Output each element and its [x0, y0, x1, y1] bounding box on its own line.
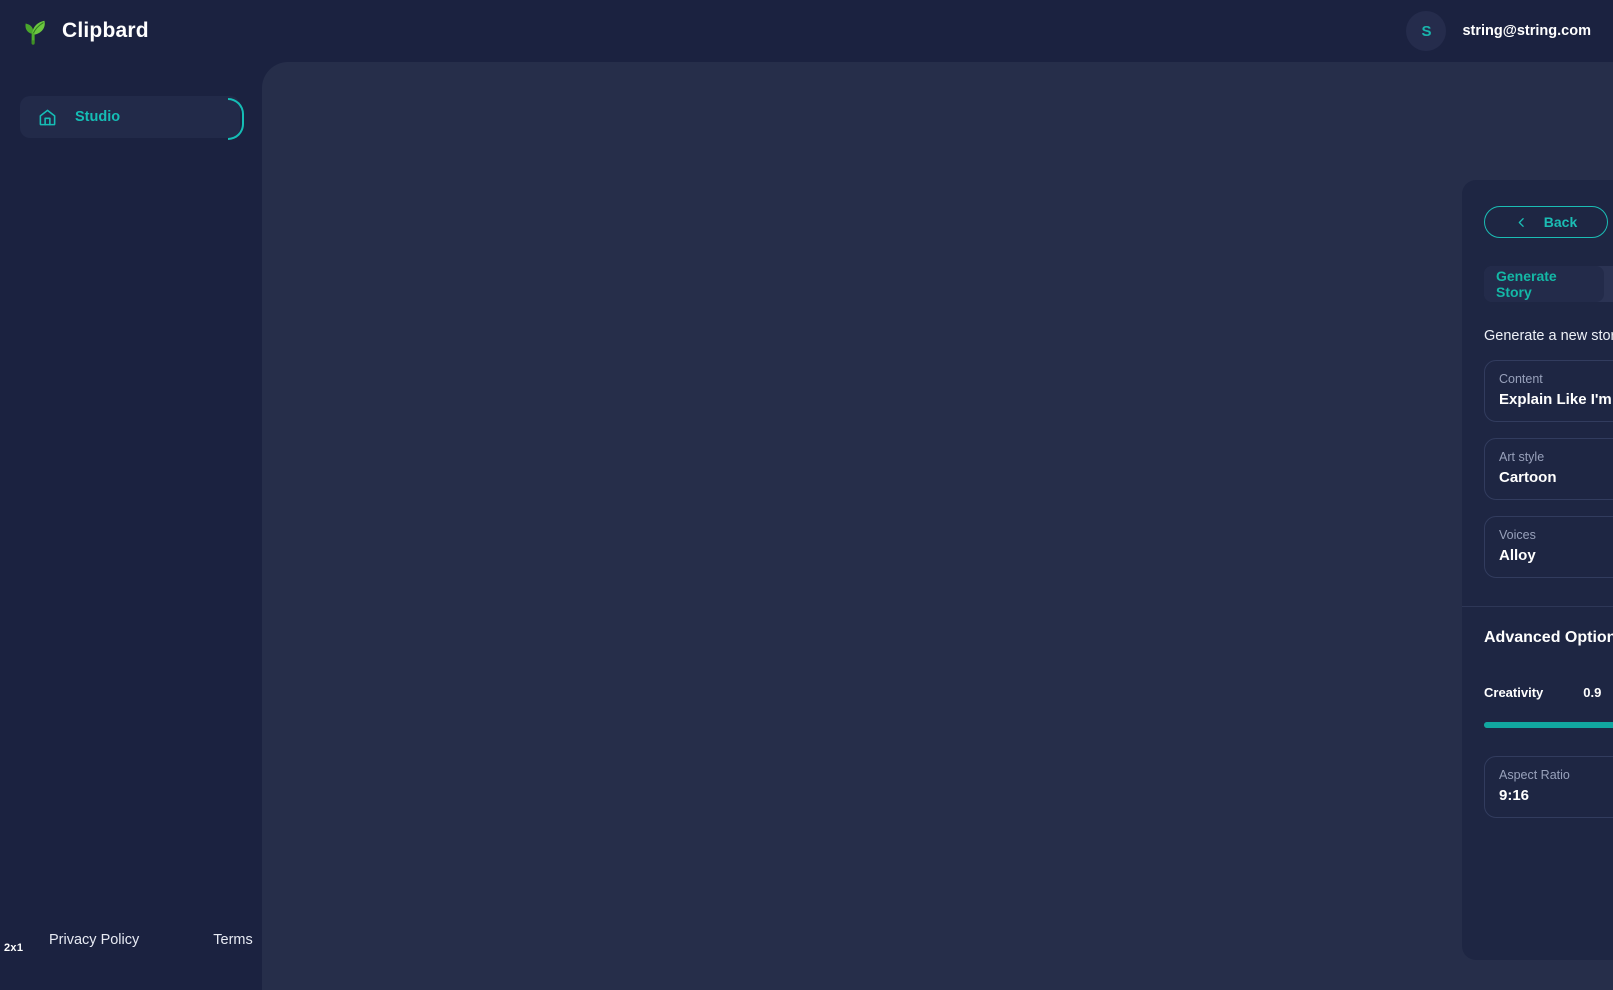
tab-write-story[interactable]: Write Story	[1604, 266, 1613, 302]
voices-select-label: Voices	[1499, 528, 1536, 542]
art-style-select-label: Art style	[1499, 450, 1545, 464]
home-icon	[39, 109, 56, 125]
creativity-slider-head: Creativity 0.9	[1484, 685, 1613, 700]
aspect-ratio-select[interactable]: Aspect Ratio 9:16	[1484, 756, 1613, 818]
content-select-value: Explain Like I'm 5	[1499, 391, 1613, 408]
main-stage: Back Generate Story Write Story Generate…	[262, 62, 1613, 990]
creativity-slider[interactable]	[1484, 722, 1613, 728]
aspect-ratio-select-value: 9:16	[1499, 787, 1530, 804]
panel-subtitle: Generate a new story	[1484, 328, 1613, 344]
creativity-label: Creativity	[1484, 685, 1544, 700]
brand[interactable]: Clipbard	[20, 16, 149, 46]
account-menu[interactable]: S string@string.com	[1406, 11, 1591, 51]
avatar-initial: S	[1421, 22, 1432, 40]
advanced-options-header[interactable]: Advanced Options	[1484, 629, 1613, 647]
content-select[interactable]: Content Explain Like I'm 5	[1484, 360, 1613, 422]
chevron-left-icon	[1518, 217, 1524, 227]
voices-select-value: Alloy	[1499, 547, 1536, 564]
account-email: string@string.com	[1462, 23, 1591, 39]
sidebar-item-label: Studio	[75, 109, 121, 125]
sidebar-item-studio[interactable]: Studio	[20, 96, 244, 140]
art-style-select-value: Cartoon	[1499, 469, 1557, 486]
corner-badge: 2x1	[4, 942, 24, 954]
aspect-ratio-select-label: Aspect Ratio	[1499, 768, 1570, 782]
brand-name: Clipbard	[62, 19, 149, 42]
creativity-value: 0.9	[1583, 685, 1602, 700]
top-bar: Clipbard S string@string.com	[0, 0, 1613, 62]
back-label: Back	[1543, 214, 1578, 230]
back-button[interactable]: Back	[1484, 206, 1608, 238]
leaf-sprout-icon	[25, 20, 45, 45]
avatar[interactable]: S	[1406, 11, 1447, 51]
art-style-select[interactable]: Art style Cartoon	[1484, 438, 1613, 500]
sidebar-footer: Privacy Policy Terms	[0, 932, 262, 948]
panel-divider	[1462, 606, 1613, 607]
voices-select[interactable]: Voices Alloy	[1484, 516, 1613, 578]
creativity-slider-block: Creativity 0.9	[1484, 685, 1613, 728]
terms-link[interactable]: Terms	[213, 932, 252, 948]
content-select-label: Content	[1499, 372, 1543, 386]
sidebar: Studio Privacy Policy Terms 2x1	[0, 62, 262, 990]
story-mode-tabs: Generate Story Write Story	[1484, 266, 1613, 302]
story-settings-panel: Back Generate Story Write Story Generate…	[1462, 180, 1613, 960]
creativity-slider-fill	[1484, 722, 1613, 728]
tab-generate-story-label: Generate Story	[1496, 268, 1557, 300]
tab-generate-story[interactable]: Generate Story	[1484, 266, 1605, 302]
privacy-policy-link[interactable]: Privacy Policy	[49, 932, 139, 948]
advanced-options-title: Advanced Options	[1484, 629, 1613, 646]
